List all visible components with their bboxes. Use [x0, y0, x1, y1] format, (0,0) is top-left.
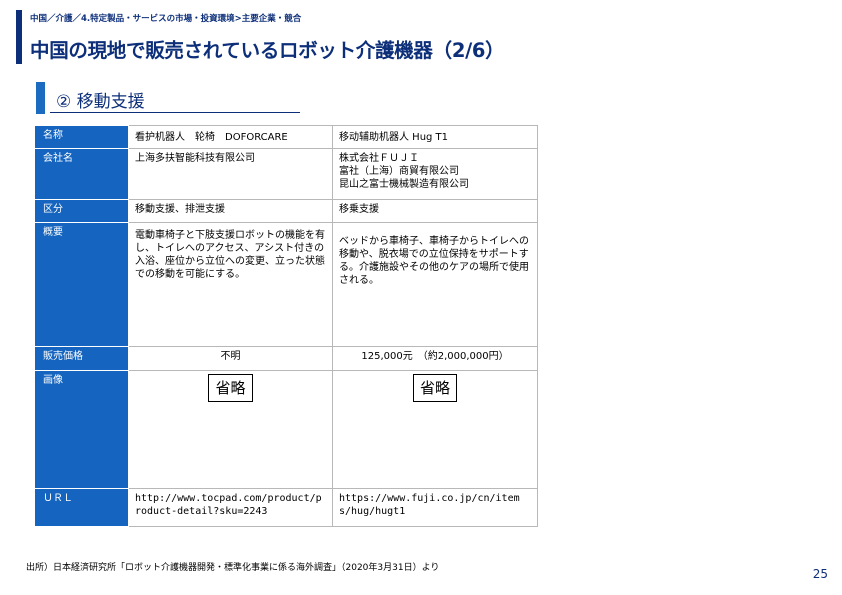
product1-image-cell: 省略 — [128, 370, 333, 489]
product1-name: 看护机器人 轮椅 DOFORCARE — [128, 125, 333, 149]
table-row-overview: 概要 電動車椅子と下肢支援ロボットの機能を有し、トイレへのアクセス、アシスト付き… — [34, 222, 538, 347]
product1-price: 不明 — [128, 346, 333, 371]
product2-name: 移动辅助机器人 Hug T1 — [332, 125, 538, 149]
row-label-name: 名称 — [34, 125, 129, 149]
section-title: ② 移動支援 — [56, 92, 145, 112]
product2-company-line: 昆山之富士機械製造有限公司 — [339, 179, 469, 190]
product-comparison-table: 名称 看护机器人 轮椅 DOFORCARE 移动辅助机器人 Hug T1 会社名… — [34, 125, 538, 527]
product2-price: 125,000元 （約2,000,000円） — [332, 346, 538, 371]
page-number: 25 — [812, 567, 828, 581]
table-row-category: 区分 移動支援、排泄支援 移乗支援 — [34, 199, 538, 223]
row-label-category: 区分 — [34, 199, 129, 223]
product1-overview: 電動車椅子と下肢支援ロボットの機能を有し、トイレへのアクセス、アシスト付きの入浴… — [128, 222, 333, 347]
product2-company: 株式会社ＦＵＪＩ 富社（上海）商貿有限公司 昆山之富士機械製造有限公司 — [332, 148, 538, 200]
page-title: 中国の現地で販売されているロボット介護機器（2/6） — [30, 39, 505, 62]
product2-category: 移乗支援 — [332, 199, 538, 223]
table-row-name: 名称 看护机器人 轮椅 DOFORCARE 移动辅助机器人 Hug T1 — [34, 125, 538, 149]
row-label-url: ＵＲＬ — [34, 488, 129, 527]
section-accent-bar — [36, 82, 45, 114]
breadcrumb: 中国／介護／4.特定製品・サービスの市場・投資環境>主要企業・競合 — [30, 14, 302, 24]
table-row-url: ＵＲＬ http://www.tocpad.com/product/produc… — [34, 488, 538, 527]
product1-category: 移動支援、排泄支援 — [128, 199, 333, 223]
table-row-image: 画像 省略 省略 — [34, 370, 538, 489]
product1-url[interactable]: http://www.tocpad.com/product/product-de… — [128, 488, 333, 527]
product2-url[interactable]: https://www.fuji.co.jp/cn/items/hug/hugt… — [332, 488, 538, 527]
product1-company: 上海多扶智能科技有限公司 — [128, 148, 333, 200]
product2-image-cell: 省略 — [332, 370, 538, 489]
title-accent-bar — [16, 10, 22, 64]
product2-company-line: 株式会社ＦＵＪＩ — [339, 153, 419, 164]
product2-image-placeholder: 省略 — [412, 374, 457, 402]
product2-company-line: 富社（上海）商貿有限公司 — [339, 166, 459, 177]
section-underline — [50, 112, 300, 113]
row-label-price: 販売価格 — [34, 346, 129, 371]
source-footnote: 出所）日本経済研究所「ロボット介護機器開発・標準化事業に係る海外調査」（2020… — [26, 563, 440, 573]
row-label-overview: 概要 — [34, 222, 129, 347]
row-label-image: 画像 — [34, 370, 129, 489]
product1-image-placeholder: 省略 — [208, 374, 253, 402]
table-row-company: 会社名 上海多扶智能科技有限公司 株式会社ＦＵＪＩ 富社（上海）商貿有限公司 昆… — [34, 148, 538, 200]
row-label-company: 会社名 — [34, 148, 129, 200]
product2-overview: ベッドから車椅子、車椅子からトイレへの移動や、脱衣場での立位保持をサポートする。… — [332, 222, 538, 347]
table-row-price: 販売価格 不明 125,000元 （約2,000,000円） — [34, 346, 538, 371]
